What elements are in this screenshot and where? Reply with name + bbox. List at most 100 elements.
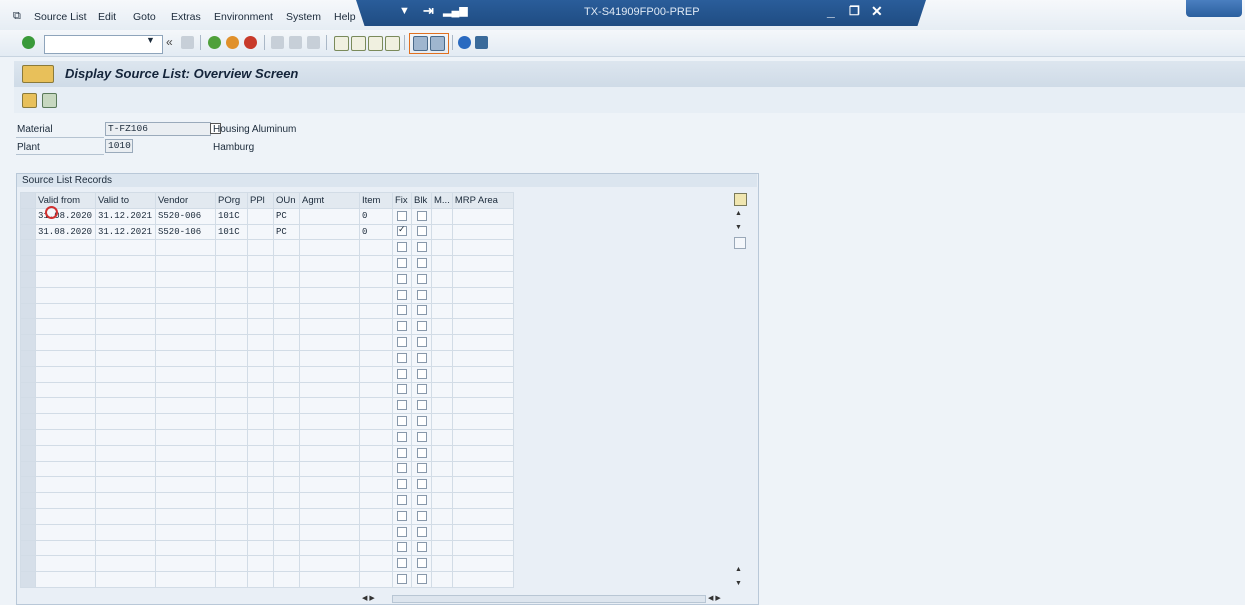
empty-cell[interactable] bbox=[35, 413, 96, 430]
scroll-thumb[interactable] bbox=[734, 237, 746, 249]
table-row-empty[interactable] bbox=[20, 349, 514, 367]
empty-cell[interactable] bbox=[247, 334, 274, 351]
fix-checkbox[interactable] bbox=[397, 463, 407, 474]
empty-cell[interactable] bbox=[155, 444, 216, 462]
empty-cell[interactable] bbox=[451, 555, 514, 573]
empty-cell[interactable] bbox=[431, 365, 453, 383]
table-row-empty[interactable] bbox=[20, 255, 514, 272]
blk-checkbox[interactable] bbox=[416, 289, 427, 300]
customize-icon[interactable] bbox=[475, 36, 488, 49]
empty-cell[interactable] bbox=[451, 413, 514, 430]
empty-cell[interactable] bbox=[299, 444, 360, 462]
empty-cell[interactable] bbox=[35, 476, 96, 494]
column-config-icon[interactable] bbox=[734, 193, 747, 206]
empty-cell[interactable] bbox=[451, 507, 514, 525]
empty-cell[interactable] bbox=[215, 476, 248, 494]
empty-cell[interactable] bbox=[451, 255, 514, 272]
empty-cell[interactable] bbox=[431, 318, 453, 336]
empty-cell[interactable] bbox=[155, 492, 216, 509]
table-row[interactable]: 31.08.2020 31.12.2021 S520-106 101C PC 0 bbox=[20, 223, 514, 241]
empty-cell[interactable] bbox=[431, 302, 453, 320]
menu-source-list[interactable]: Source List bbox=[34, 11, 87, 23]
empty-cell[interactable] bbox=[95, 444, 156, 462]
collapse-icon[interactable]: « bbox=[166, 35, 173, 49]
empty-cell[interactable] bbox=[299, 413, 360, 430]
empty-cell[interactable] bbox=[215, 381, 248, 399]
col-m[interactable]: M... bbox=[431, 192, 453, 209]
empty-cell[interactable] bbox=[155, 460, 216, 478]
empty-cell[interactable] bbox=[215, 365, 248, 383]
cell-item[interactable]: 0 bbox=[359, 207, 393, 225]
fix-checkbox[interactable] bbox=[397, 352, 407, 363]
empty-cell[interactable] bbox=[451, 571, 514, 588]
scroll-down-bottom-icon[interactable]: ▼ bbox=[735, 580, 742, 587]
fix-checkbox[interactable] bbox=[397, 447, 407, 458]
empty-cell[interactable] bbox=[215, 428, 248, 446]
empty-cell[interactable] bbox=[215, 302, 248, 320]
empty-cell[interactable] bbox=[359, 460, 393, 478]
row-selector[interactable] bbox=[20, 286, 36, 304]
empty-cell[interactable] bbox=[155, 413, 216, 430]
fix-checkbox[interactable] bbox=[397, 558, 407, 569]
empty-cell[interactable] bbox=[35, 428, 96, 446]
empty-cell[interactable] bbox=[359, 318, 393, 336]
row-selector[interactable] bbox=[20, 207, 36, 225]
empty-cell[interactable] bbox=[155, 349, 216, 367]
empty-cell[interactable] bbox=[273, 318, 300, 336]
empty-cell[interactable] bbox=[35, 365, 96, 383]
blk-checkbox[interactable] bbox=[416, 416, 427, 427]
table-row-empty[interactable] bbox=[20, 476, 514, 494]
empty-cell[interactable] bbox=[359, 334, 393, 351]
blk-checkbox[interactable] bbox=[416, 337, 427, 348]
fix-checkbox[interactable] bbox=[397, 210, 407, 221]
find-icon[interactable] bbox=[289, 36, 302, 49]
empty-cell[interactable] bbox=[299, 571, 360, 588]
empty-cell[interactable] bbox=[273, 255, 300, 272]
empty-cell[interactable] bbox=[35, 397, 96, 415]
empty-cell[interactable] bbox=[95, 523, 156, 541]
new-session-icon[interactable] bbox=[413, 36, 428, 51]
table-row-empty[interactable] bbox=[20, 555, 514, 573]
empty-cell[interactable] bbox=[273, 428, 300, 446]
row-selector[interactable] bbox=[20, 428, 36, 446]
cell-porg[interactable]: 101C bbox=[215, 207, 248, 225]
empty-cell[interactable] bbox=[155, 571, 216, 588]
row-selector[interactable] bbox=[20, 413, 36, 430]
blk-checkbox[interactable] bbox=[416, 321, 427, 332]
minimize-icon[interactable]: _ bbox=[827, 3, 835, 19]
empty-cell[interactable] bbox=[247, 428, 274, 446]
window-controls[interactable] bbox=[1186, 0, 1242, 17]
cell-ppl[interactable] bbox=[247, 207, 274, 225]
empty-cell[interactable] bbox=[155, 255, 216, 272]
empty-cell[interactable] bbox=[273, 571, 300, 588]
empty-cell[interactable] bbox=[155, 365, 216, 383]
empty-cell[interactable] bbox=[247, 365, 274, 383]
empty-cell[interactable] bbox=[299, 460, 360, 478]
empty-cell[interactable] bbox=[247, 381, 274, 399]
table-row-empty[interactable] bbox=[20, 413, 514, 430]
row-selector[interactable] bbox=[20, 349, 36, 367]
empty-cell[interactable] bbox=[247, 571, 274, 588]
empty-cell[interactable] bbox=[247, 286, 274, 304]
menu-edit[interactable]: Edit bbox=[98, 11, 116, 23]
fix-checkbox[interactable] bbox=[397, 574, 407, 585]
empty-cell[interactable] bbox=[359, 255, 393, 272]
empty-cell[interactable] bbox=[431, 571, 453, 588]
table-row-empty[interactable] bbox=[20, 460, 514, 478]
blk-checkbox[interactable] bbox=[416, 479, 427, 490]
empty-cell[interactable] bbox=[359, 397, 393, 415]
row-selector[interactable] bbox=[20, 539, 36, 557]
fix-checkbox[interactable] bbox=[397, 495, 407, 506]
empty-cell[interactable] bbox=[215, 444, 248, 462]
empty-cell[interactable] bbox=[95, 413, 156, 430]
fix-checkbox[interactable] bbox=[397, 258, 407, 269]
prev-page-icon[interactable] bbox=[351, 36, 366, 51]
empty-cell[interactable] bbox=[299, 507, 360, 525]
table-row-empty[interactable] bbox=[20, 444, 514, 462]
empty-cell[interactable] bbox=[155, 381, 216, 399]
empty-cell[interactable] bbox=[247, 349, 274, 367]
empty-cell[interactable] bbox=[431, 239, 453, 257]
empty-cell[interactable] bbox=[431, 413, 453, 430]
menu-extras[interactable]: Extras bbox=[171, 11, 201, 23]
empty-cell[interactable] bbox=[35, 334, 96, 351]
